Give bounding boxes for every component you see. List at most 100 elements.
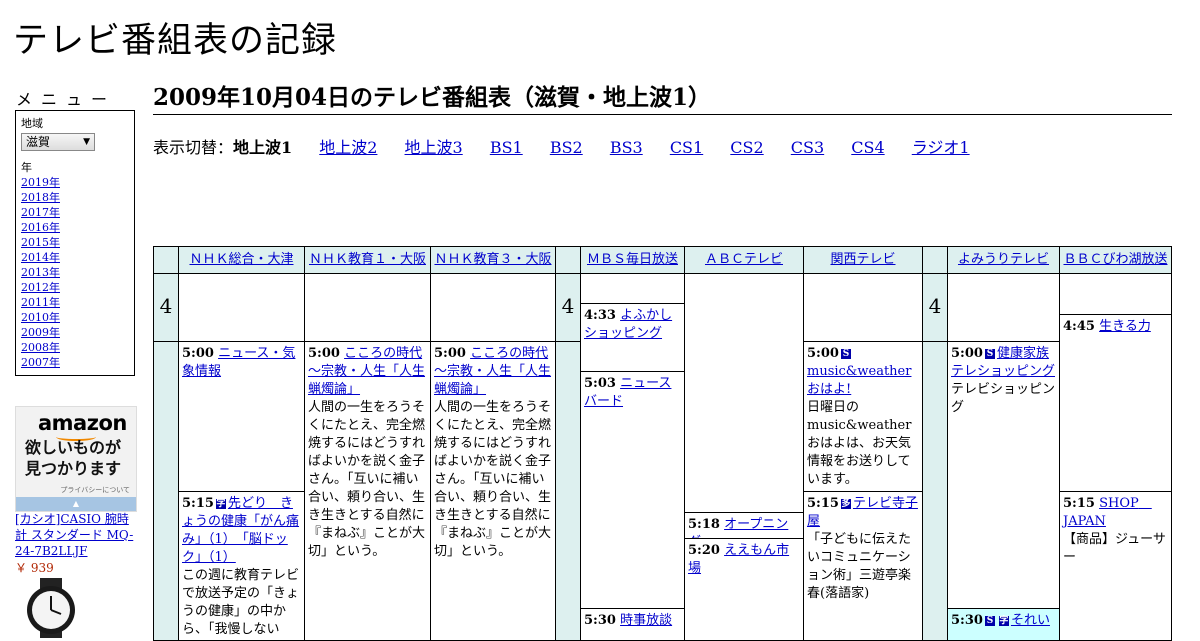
switcher-link-chijou2[interactable]: 地上波2	[319, 138, 377, 157]
channel-header: ＡＢＣテレビ	[684, 246, 804, 274]
product-link[interactable]: [カシオ]CASIO 腕時計 スタンダード MQ-24-7B2LLJF	[15, 511, 139, 559]
ad-scroll-up-icon[interactable]: ▲	[16, 497, 136, 511]
switcher-link-cs2[interactable]: CS2	[730, 138, 763, 157]
switcher-link-chijou3[interactable]: 地上波3	[405, 138, 463, 157]
channel-link[interactable]: ＭＢＳ毎日放送	[587, 252, 678, 267]
program-time: 5:03	[584, 376, 616, 391]
watch-image[interactable]	[18, 578, 84, 638]
region-label: 地域	[21, 117, 43, 130]
program-title[interactable]: それい	[1011, 613, 1050, 628]
year-link[interactable]: 2010年	[21, 310, 60, 325]
hour-cell: 4	[153, 273, 179, 342]
program-description: 「子どもに伝えたいコミュニケーション術」三遊亭楽春(落語家)	[807, 532, 912, 601]
program-time: 5:00	[807, 346, 839, 361]
channel-header: 関西テレビ	[803, 246, 923, 274]
year-link[interactable]: 2009年	[21, 325, 60, 340]
program-cell: 5:00 Smusic&weatherおはよ! 日曜日のmusic&weather…	[803, 341, 923, 492]
multi-audio-icon: 多	[840, 499, 851, 509]
channel-link[interactable]: 関西テレビ	[830, 252, 895, 267]
program-description: この週に教育テレビで放送予定の「きょうの健康」の中から、「我慢しない	[182, 568, 300, 637]
channel-link[interactable]: ＮＨＫ教育１・大阪	[309, 252, 426, 267]
program-title[interactable]: 生きる力	[1099, 319, 1151, 334]
program-cell-empty	[947, 273, 1060, 342]
product-price: ￥ 939	[15, 561, 54, 575]
year-link[interactable]: 2011年	[21, 295, 60, 310]
stereo-icon: S	[840, 349, 851, 359]
switcher-link-cs3[interactable]: CS3	[791, 138, 824, 157]
channel-link[interactable]: ＢＢＣびわ湖放送	[1063, 252, 1167, 267]
year-link[interactable]: 2018年	[21, 190, 60, 205]
stereo-icon: S	[984, 349, 995, 359]
program-cell: 5:15 字先どり きょうの健康「がん痛み」（1） 「脳ドック」（1） この週に教…	[178, 491, 305, 641]
ad-line-2: 見つかります	[25, 459, 122, 478]
switcher-label: 表示切替：	[153, 138, 234, 157]
program-cell-empty	[1059, 273, 1172, 315]
switcher-link-radio1[interactable]: ラジオ1	[912, 138, 970, 157]
site-title: テレビ番組表の記録	[13, 21, 338, 61]
switcher-link-bs2[interactable]: BS2	[550, 138, 583, 157]
program-time: 5:18	[688, 517, 720, 532]
channel-link[interactable]: よみうりテレビ	[958, 252, 1049, 267]
hour-cell	[922, 341, 948, 641]
program-cell: 5:30 S 字それい	[947, 608, 1060, 641]
hour-column-header	[555, 246, 581, 274]
channel-link[interactable]: ＮＨＫ総合・大津	[189, 252, 293, 267]
year-link[interactable]: 2016年	[21, 220, 60, 235]
program-time: 5:00	[182, 346, 214, 361]
chevron-down-icon: ▼	[83, 137, 90, 147]
program-cell-empty	[430, 273, 556, 342]
switcher-link-cs1[interactable]: CS1	[670, 138, 703, 157]
program-cell: 5:03 ニュースバード	[580, 371, 685, 609]
page-heading: 2009年10月04日のテレビ番組表（滋賀・地上波1）	[153, 84, 1172, 115]
program-time: 5:20	[688, 543, 720, 558]
switcher-link-bs1[interactable]: BS1	[490, 138, 523, 157]
program-title[interactable]: music&weatherおはよ!	[807, 364, 911, 397]
program-time: 5:00	[308, 346, 340, 361]
year-link[interactable]: 2019年	[21, 175, 60, 190]
program-time: 5:30	[584, 613, 616, 628]
year-link[interactable]: 2012年	[21, 280, 60, 295]
year-link[interactable]: 2007年	[21, 355, 60, 370]
year-link[interactable]: 2014年	[21, 250, 60, 265]
program-title[interactable]: 時事放談	[620, 613, 672, 628]
program-cell-empty	[178, 273, 305, 342]
ad-privacy-link[interactable]: プライバシーについて	[16, 485, 136, 495]
year-link[interactable]: 2017年	[21, 205, 60, 220]
channel-link[interactable]: ＮＨＫ教育３・大阪	[434, 252, 551, 267]
program-time: 5:30	[951, 613, 983, 628]
amazon-logo: amazon	[38, 411, 127, 435]
program-description: 人間の一生をろうそくにたとえ、完全燃焼するにはどうすればよいかを説く金子さん。「…	[434, 400, 552, 559]
switcher-link-bs3[interactable]: BS3	[610, 138, 643, 157]
program-cell-empty	[803, 273, 923, 342]
program-cell: 5:00 ニュース・気象情報	[178, 341, 305, 492]
program-cell-empty	[684, 273, 804, 513]
menu-box: 地域 滋賀 ▼ 年 2019年 2018年 2017年 2016年 2015年 …	[15, 110, 135, 376]
stereo-icon: S	[984, 616, 995, 626]
program-time: 4:45	[1063, 319, 1095, 334]
channel-header: ＭＢＳ毎日放送	[580, 246, 685, 274]
year-link[interactable]: 2013年	[21, 265, 60, 280]
year-label: 年	[21, 161, 32, 174]
program-description: 【商品】ジューサー	[1063, 532, 1166, 565]
program-cell: 5:15 SHOP JAPAN 【商品】ジューサー	[1059, 491, 1172, 641]
switcher-link-cs4[interactable]: CS4	[851, 138, 884, 157]
program-cell: 5:20 ええもん市場	[684, 538, 804, 641]
channel-link[interactable]: ＡＢＣテレビ	[705, 252, 783, 267]
channel-header: ＮＨＫ総合・大津	[178, 246, 305, 274]
program-description: テレビショッピング	[951, 382, 1056, 415]
program-time: 5:15	[182, 496, 214, 511]
channel-header: ＢＢＣびわ湖放送	[1059, 246, 1172, 274]
hour-cell	[555, 341, 581, 641]
region-select[interactable]: 滋賀 ▼	[21, 133, 95, 151]
program-cell-empty	[304, 273, 431, 342]
program-cell: 5:30 時事放談	[580, 608, 685, 641]
program-description: 日曜日のmusic&weatherおはよは、お天気情報をお送りしています。	[807, 400, 912, 487]
data-broadcast-icon: 字	[998, 616, 1009, 626]
year-link[interactable]: 2008年	[21, 340, 60, 355]
year-link[interactable]: 2015年	[21, 235, 60, 250]
program-cell: 5:00 こころの時代～宗教・人生「人生蝋燭論」 人間の一生をろうそくにたとえ、…	[304, 341, 431, 641]
program-cell: 5:00 こころの時代～宗教・人生「人生蝋燭論」 人間の一生をろうそくにたとえ、…	[430, 341, 556, 641]
ad-line-1: 欲しいものが	[25, 438, 122, 457]
amazon-ad[interactable]: amazon 欲しいものが 見つかります プライバシーについて ▲	[15, 406, 137, 512]
region-select-value: 滋賀	[26, 135, 51, 149]
